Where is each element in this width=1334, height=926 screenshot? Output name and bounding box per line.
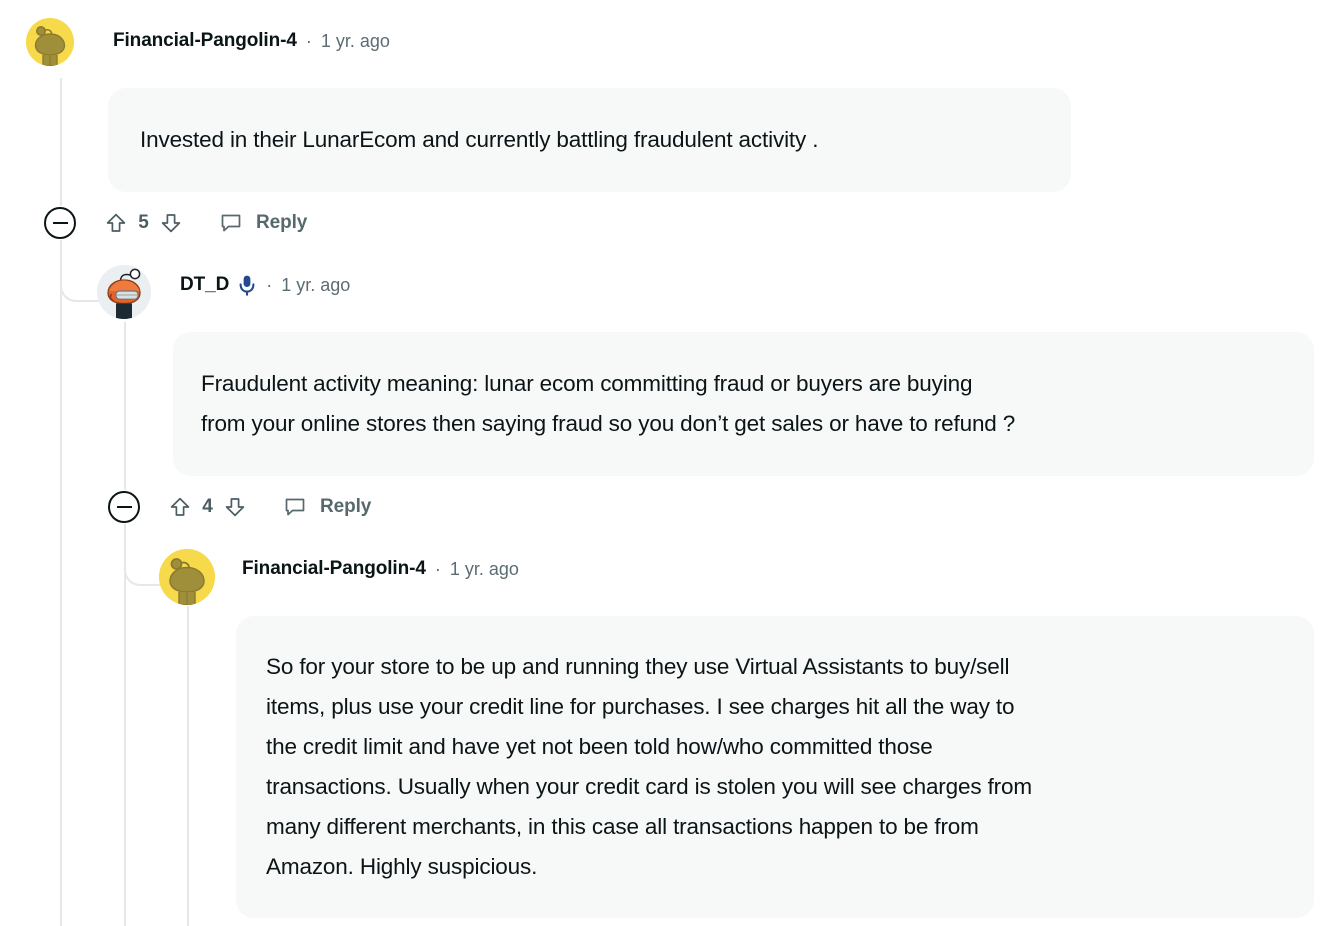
comment-body: Fraudulent activity meaning: lunar ecom … — [173, 332, 1314, 476]
upvote-arrow-icon — [170, 497, 190, 516]
reply-label: Reply — [256, 212, 308, 233]
reply-button[interactable]: Reply — [219, 211, 307, 235]
reply-label: Reply — [320, 496, 372, 517]
upvote-arrow-icon — [106, 213, 126, 232]
vote-group: 4 — [168, 495, 247, 519]
downvote-button[interactable] — [159, 211, 183, 235]
comment-header: Financial-Pangolin-4 · 1 yr. ago — [242, 558, 519, 580]
comment-timestamp: 1 yr. ago — [281, 274, 351, 295]
comment-bubble-icon-wrap — [219, 211, 243, 235]
avatar[interactable] — [159, 549, 215, 605]
comment-text-line: Fraudulent activity meaning: lunar ecom … — [201, 371, 973, 396]
comment-author[interactable]: DT_D — [180, 274, 229, 296]
comment-bubble-icon — [221, 214, 241, 232]
comment-text-line: So for your store to be up and running t… — [266, 654, 1010, 679]
comment-header: DT_D · 1 yr. ago — [180, 274, 350, 296]
separator-dot: · — [434, 559, 441, 579]
downvote-arrow-icon — [225, 498, 245, 517]
thread-line-depth-1-upper — [124, 322, 126, 490]
collapse-comment-button[interactable] — [108, 491, 140, 523]
comment-text-line: many different merchants, in this case a… — [266, 814, 979, 839]
thread-line-depth-0-upper — [60, 78, 62, 206]
avatar[interactable] — [26, 18, 74, 66]
minus-circle-icon — [52, 222, 68, 224]
comment-timestamp: 1 yr. ago — [320, 30, 390, 51]
comment-text-line: items, plus use your credit line for pur… — [266, 694, 1015, 719]
thread-line-depth-1-lower — [124, 524, 126, 926]
upvote-button[interactable] — [104, 211, 128, 235]
microphone-icon — [239, 275, 255, 296]
separator-dot: · — [266, 275, 273, 295]
thread-curve-depth-1-to-2 — [124, 524, 164, 586]
downvote-button[interactable] — [223, 495, 247, 519]
comment-bubble-icon — [285, 498, 305, 516]
op-badge — [237, 274, 257, 296]
collapse-comment-button[interactable] — [44, 207, 76, 239]
snoo-yellow-avatar-icon — [159, 549, 215, 605]
comment-action-bar: 5 Reply — [44, 206, 307, 240]
thread-line-depth-2 — [187, 606, 189, 926]
vote-count: 5 — [138, 212, 149, 233]
comment-header: Financial-Pangolin-4 · 1 yr. ago — [113, 30, 390, 52]
comment-timestamp: 1 yr. ago — [449, 558, 519, 579]
avatar[interactable] — [97, 265, 151, 319]
snoo-orange-helmet-avatar-icon — [97, 265, 151, 319]
comment-text-line: transactions. Usually when your credit c… — [266, 774, 1032, 799]
downvote-arrow-icon — [161, 214, 181, 233]
comment-bubble-icon-wrap — [283, 495, 307, 519]
comment-text-line: the credit limit and have yet not been t… — [266, 734, 933, 759]
comment-text: Invested in their LunarEcom and currentl… — [140, 127, 819, 152]
snoo-yellow-avatar-icon — [26, 18, 74, 66]
vote-group: 5 — [104, 211, 183, 235]
comment-author[interactable]: Financial-Pangolin-4 — [242, 558, 426, 580]
minus-circle-icon — [116, 506, 132, 508]
comment-action-bar: 4 Reply — [108, 490, 371, 524]
comment-body: Invested in their LunarEcom and currentl… — [108, 88, 1071, 192]
comment-author[interactable]: Financial-Pangolin-4 — [113, 30, 297, 52]
thread-line-depth-0-lower — [60, 240, 62, 926]
comment-body: So for your store to be up and running t… — [236, 616, 1314, 918]
separator-dot: · — [305, 31, 312, 51]
comment-text-line: Amazon. Highly suspicious. — [266, 854, 538, 879]
reply-button[interactable]: Reply — [283, 495, 371, 519]
upvote-button[interactable] — [168, 495, 192, 519]
vote-count: 4 — [202, 496, 213, 517]
comment-text-line: from your online stores then saying frau… — [201, 411, 1016, 436]
thread-curve-depth-0-to-1 — [60, 240, 100, 302]
